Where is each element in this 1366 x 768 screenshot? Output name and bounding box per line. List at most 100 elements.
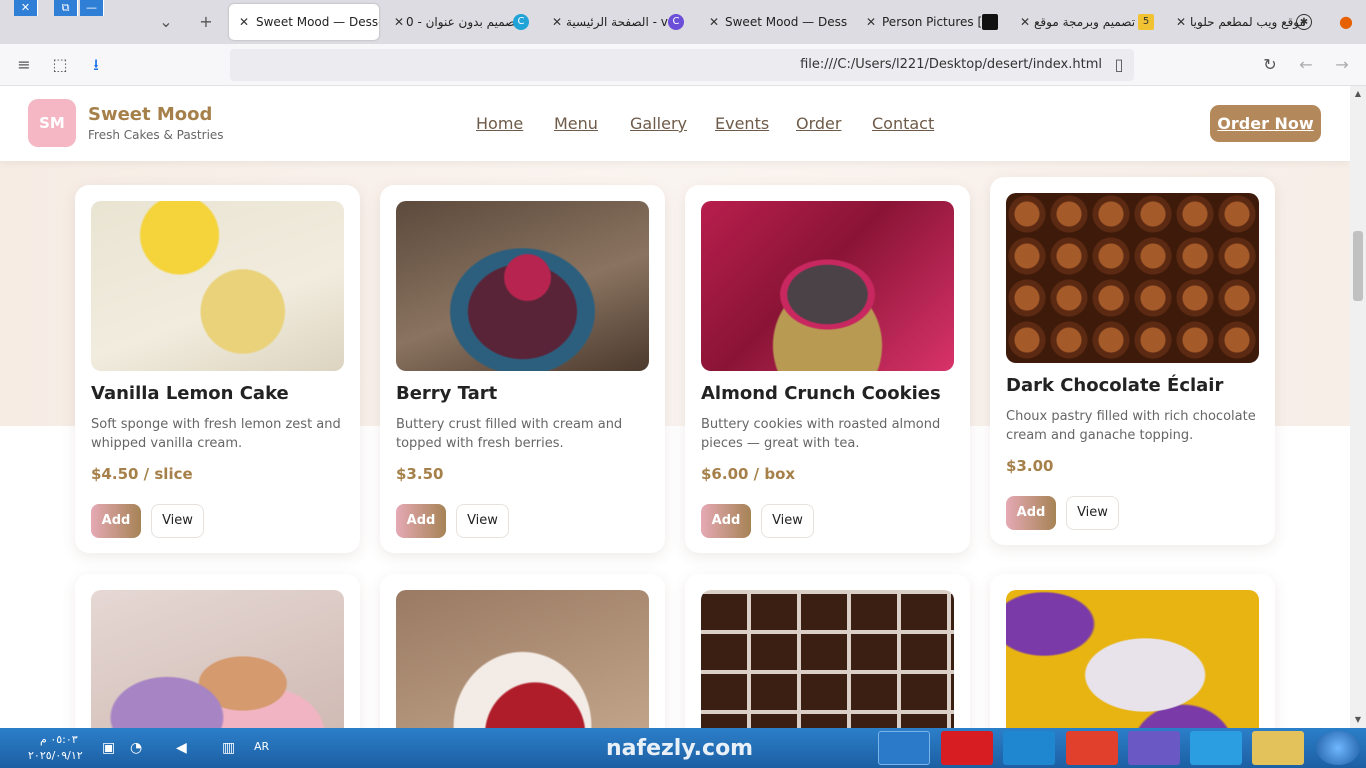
chatgpt-icon: ✱ xyxy=(1296,14,1312,30)
language-indicator[interactable]: AR xyxy=(254,740,269,753)
brownies-image[interactable] xyxy=(701,590,954,728)
vanilla-lemon-cake-image[interactable] xyxy=(91,201,344,371)
close-icon[interactable]: ✕ xyxy=(866,4,876,40)
site-header: SM Sweet Mood Fresh Cakes & Pastries Hom… xyxy=(0,86,1350,161)
firefox-icon[interactable] xyxy=(1128,731,1180,765)
product-card xyxy=(685,574,970,728)
canva-icon: C xyxy=(668,14,684,30)
vscode-icon[interactable] xyxy=(878,731,930,765)
tab-label: Sweet Mood — Desse xyxy=(725,15,847,29)
nav-menu[interactable]: Menu xyxy=(554,114,598,133)
logo[interactable]: SM xyxy=(28,99,76,147)
gift-box-image[interactable] xyxy=(1006,590,1259,728)
product-description: Soft sponge with fresh lemon zest and wh… xyxy=(91,417,341,451)
nav-home[interactable]: Home xyxy=(476,114,523,133)
product-price: $3.50 xyxy=(396,465,444,483)
view-button[interactable]: View xyxy=(1066,496,1119,530)
product-title: Almond Crunch Cookies xyxy=(701,383,941,404)
scrollbar-thumb[interactable] xyxy=(1353,231,1363,301)
clock-date[interactable]: ٢٠٢٥/٠٩/١٢ xyxy=(28,749,83,762)
window-restore-button[interactable]: ⧉ xyxy=(54,0,78,16)
brand-name: Sweet Mood xyxy=(88,104,213,125)
window-close-button[interactable]: ✕ xyxy=(14,0,38,16)
nav-events[interactable]: Events xyxy=(715,114,769,133)
tab-label: تصميم بدون عنوان - 0 xyxy=(406,15,519,29)
device-icon[interactable]: ▥ xyxy=(222,740,235,756)
page-icon: ▯ xyxy=(1114,55,1124,74)
tab-mostaql-project[interactable]: ✕ تصميم وبرمجة موقع 5 xyxy=(1020,4,1160,40)
product-title: Vanilla Lemon Cake xyxy=(91,383,289,404)
scroll-down-icon[interactable]: ▼ xyxy=(1350,712,1366,728)
download-icon[interactable]: ⭳ xyxy=(85,54,107,76)
product-price: $3.00 xyxy=(1006,457,1054,475)
window-minimize-button[interactable]: — xyxy=(80,0,104,16)
tab-label: Person Pictures [ xyxy=(882,15,983,29)
url-text[interactable]: file:///C:/Users/l221/Desktop/desert/ind… xyxy=(800,49,1102,81)
scroll-up-icon[interactable]: ▲ xyxy=(1350,86,1366,102)
product-card: Dark Chocolate Éclair Choux pastry fille… xyxy=(990,177,1275,545)
nav-order[interactable]: Order xyxy=(796,114,841,133)
add-button[interactable]: Add xyxy=(396,504,446,538)
tab-strip: ✕ ⧉ — ⌄ + ✕ Sweet Mood — Desse ✕ تصميم ب… xyxy=(0,0,1366,44)
tab-label: Sweet Mood — Desse xyxy=(256,15,379,29)
berry-tart-image[interactable] xyxy=(396,201,649,371)
forward-arrow-icon[interactable]: → xyxy=(1331,54,1353,76)
new-tab-icon[interactable]: + xyxy=(194,10,218,34)
page-scrollbar[interactable]: ▲ ▼ xyxy=(1350,86,1366,728)
view-button[interactable]: View xyxy=(456,504,509,538)
product-description: Choux pastry filled with rich chocolate … xyxy=(1006,409,1256,443)
product-card: Vanilla Lemon Cake Soft sponge with fres… xyxy=(75,185,360,553)
product-card xyxy=(380,574,665,728)
anydesk-icon[interactable] xyxy=(1066,731,1118,765)
reload-icon[interactable]: ↻ xyxy=(1259,54,1281,76)
start-menu-icon[interactable] xyxy=(1316,731,1360,765)
add-button[interactable]: Add xyxy=(701,504,751,538)
back-arrow-icon[interactable]: ← xyxy=(1295,54,1317,76)
tab-label: موقع ويب لمطعم حلويا xyxy=(1190,15,1306,29)
nav-contact[interactable]: Contact xyxy=(872,114,934,133)
order-now-button[interactable]: Order Now xyxy=(1210,105,1321,142)
view-button[interactable]: View xyxy=(761,504,814,538)
nav-gallery[interactable]: Gallery xyxy=(630,114,687,133)
product-card xyxy=(990,574,1275,728)
extensions-icon[interactable]: ⬚ xyxy=(49,54,71,76)
strawberry-cheesecake-image[interactable] xyxy=(396,590,649,728)
tab-sweet-mood-active[interactable]: ✕ Sweet Mood — Desse xyxy=(229,4,379,40)
notification-icon[interactable]: ◔ xyxy=(130,740,142,756)
list-tabs-icon[interactable]: ⌄ xyxy=(154,10,178,34)
browser-toolbar: ≡ ⬚ ⭳ ☆ ▤ file:///C:/Users/l221/Desktop/… xyxy=(0,44,1366,86)
unsplash-icon xyxy=(982,14,998,30)
telegram-icon[interactable] xyxy=(1190,731,1242,765)
tab-sweet-mood[interactable]: ✕ Sweet Mood — Desse xyxy=(707,4,847,40)
close-icon[interactable]: ✕ xyxy=(239,4,249,40)
wps-office-icon[interactable] xyxy=(941,731,993,765)
product-description: Buttery crust filled with cream and topp… xyxy=(396,417,623,451)
product-price: $6.00 / box xyxy=(701,465,796,483)
clock-time[interactable]: ٠٥:٠٣ م xyxy=(40,733,78,746)
close-icon[interactable]: ✕ xyxy=(1020,4,1030,40)
menu-icon[interactable]: ≡ xyxy=(13,54,35,76)
mostaql-icon: 5 xyxy=(1138,14,1154,30)
tab-chatgpt[interactable]: ✕ موقع ويب لمطعم حلويا ✱ xyxy=(1176,4,1314,40)
brand-tagline: Fresh Cakes & Pastries xyxy=(88,128,224,142)
address-bar[interactable]: file:///C:/Users/l221/Desktop/desert/ind… xyxy=(230,49,1134,81)
close-icon[interactable]: ✕ xyxy=(1176,4,1186,40)
network-icon[interactable]: ▣ xyxy=(102,740,115,756)
almond-crunch-cookies-image[interactable] xyxy=(701,201,954,371)
product-card: Berry Tart Buttery crust filled with cre… xyxy=(380,185,665,553)
file-explorer-icon[interactable] xyxy=(1252,731,1304,765)
close-icon[interactable]: ✕ xyxy=(709,4,719,40)
tab-canva-untitled[interactable]: ✕ تصميم بدون عنوان - 0 C xyxy=(392,4,538,40)
view-button[interactable]: View xyxy=(151,504,204,538)
close-icon[interactable]: ✕ xyxy=(394,4,404,40)
firefox-menu-icon[interactable]: ● xyxy=(1334,10,1358,34)
close-icon[interactable]: ✕ xyxy=(552,4,562,40)
dark-chocolate-eclair-image[interactable] xyxy=(1006,193,1259,363)
add-button[interactable]: Add xyxy=(1006,496,1056,530)
volume-icon[interactable]: ◀ xyxy=(176,740,187,756)
tab-canva-home[interactable]: ✕ الصفحة الرئيسية - va C xyxy=(550,4,692,40)
tab-person-pictures[interactable]: ✕ Person Pictures [ xyxy=(864,4,1006,40)
edge-icon[interactable] xyxy=(1003,731,1055,765)
add-button[interactable]: Add xyxy=(91,504,141,538)
macarons-image[interactable] xyxy=(91,590,344,728)
